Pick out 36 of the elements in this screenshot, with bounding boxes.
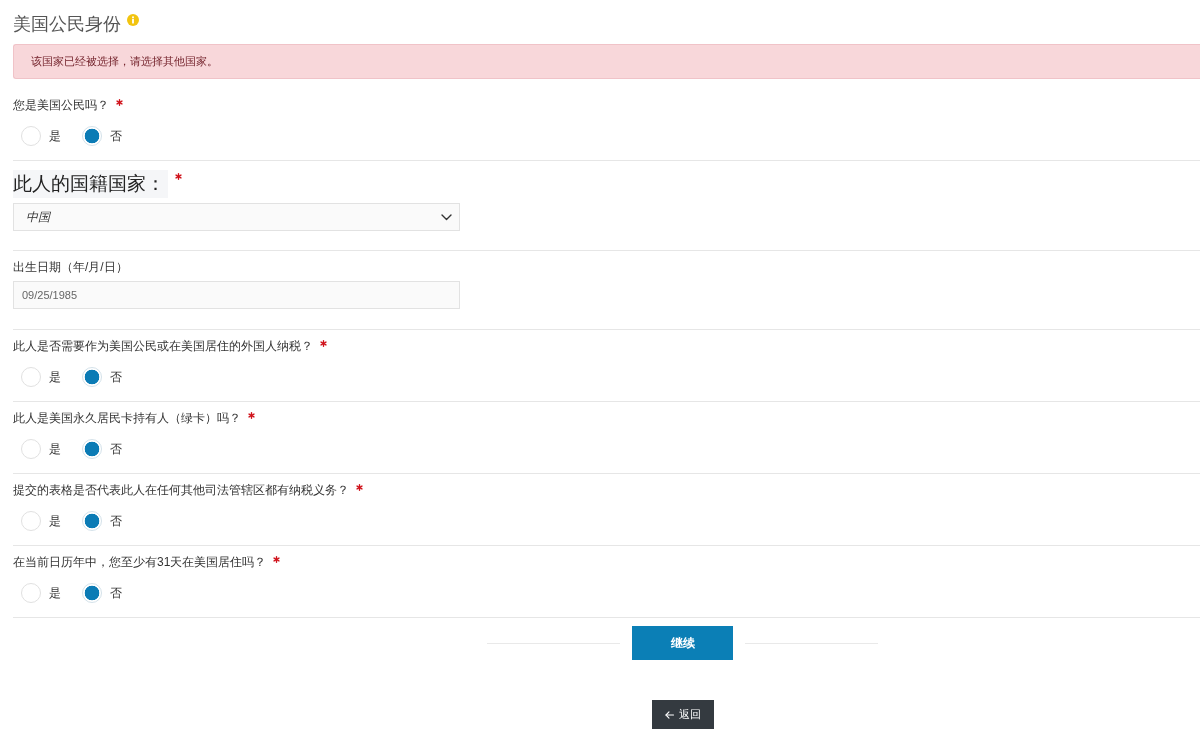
option-label: 是	[49, 127, 61, 145]
date-input[interactable]: 09/25/1985	[13, 281, 460, 309]
error-alert: 该国家已经被选择，请选择其他国家。	[13, 44, 1200, 79]
question-label: 此人是否需要作为美国公民或在美国居住的外国人纳税？	[13, 338, 313, 355]
back-button[interactable]: 返回	[651, 700, 714, 729]
field-heading: 此人的国籍国家：	[13, 170, 168, 198]
question-label: 出生日期（年/月/日）	[13, 259, 128, 276]
arrow-left-icon	[664, 710, 674, 719]
option-label: 否	[110, 440, 122, 458]
question-label: 您是美国公民吗？	[13, 97, 109, 114]
option-label: 是	[49, 512, 61, 530]
radio-button[interactable]	[21, 439, 41, 459]
question-label: 在当前日历年中，您至少有31天在美国居住吗？	[13, 554, 267, 571]
radio-button[interactable]	[21, 511, 41, 531]
info-icon	[127, 14, 139, 26]
option-label: 是	[49, 440, 61, 458]
option-label: 否	[110, 127, 122, 145]
radio-button[interactable]	[82, 367, 102, 387]
option-label: 是	[49, 368, 61, 386]
option-label: 否	[110, 512, 122, 530]
radio-button[interactable]	[82, 439, 102, 459]
chevron-down-icon	[441, 213, 452, 221]
question-label: 此人是美国永久居民卡持有人（绿卡）吗？	[13, 410, 241, 427]
country-select[interactable]: 中国	[13, 203, 460, 231]
radio-button[interactable]	[82, 126, 102, 146]
option-label: 否	[110, 368, 122, 386]
option-label: 否	[110, 584, 122, 602]
radio-button[interactable]	[21, 583, 41, 603]
question-label: 提交的表格是否代表此人在任何其他司法管辖区都有纳税义务？	[13, 482, 349, 499]
radio-button[interactable]	[82, 511, 102, 531]
section-title: 美国公民身份	[13, 13, 121, 36]
option-label: 是	[49, 584, 61, 602]
radio-button[interactable]	[21, 367, 41, 387]
continue-button[interactable]: 继续	[632, 626, 733, 660]
radio-button[interactable]	[21, 126, 41, 146]
radio-button[interactable]	[82, 583, 102, 603]
